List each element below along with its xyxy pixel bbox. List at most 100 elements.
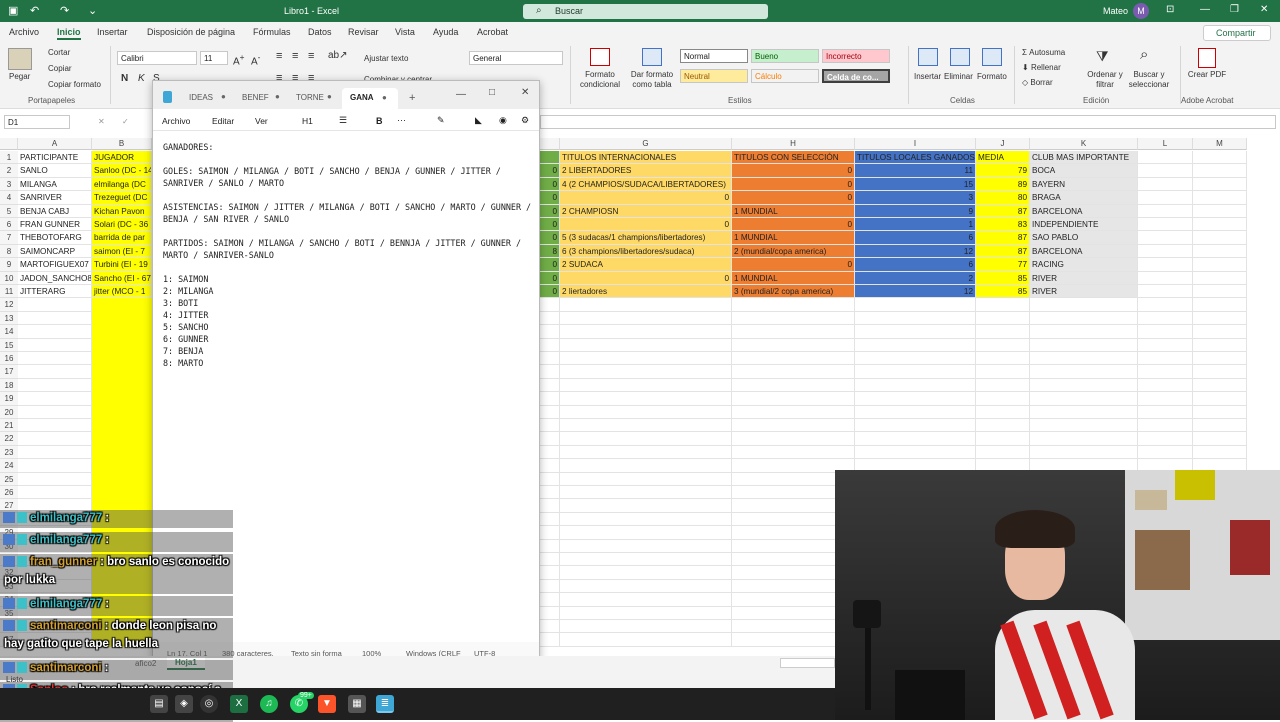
- empty-cell[interactable]: [560, 593, 732, 607]
- empty-cell[interactable]: [1138, 218, 1193, 232]
- empty-cell[interactable]: [560, 486, 732, 500]
- notepad-menu-editar[interactable]: Editar: [212, 116, 234, 126]
- empty-cell[interactable]: [1138, 392, 1193, 406]
- style-check[interactable]: Celda de co...: [822, 69, 890, 83]
- empty-cell[interactable]: [732, 445, 855, 460]
- more-icon[interactable]: ···: [397, 115, 406, 125]
- format-cells-button[interactable]: Formato: [977, 72, 1007, 81]
- empty-cell[interactable]: [18, 378, 92, 393]
- notepad-menu-archivo[interactable]: Archivo: [162, 116, 190, 126]
- cell-j-7[interactable]: 87: [976, 231, 1030, 245]
- cell-h-7[interactable]: 1 MUNDIAL: [732, 231, 855, 245]
- empty-cell[interactable]: [560, 606, 732, 620]
- insert-cells-icon[interactable]: [918, 48, 938, 66]
- empty-cell[interactable]: [732, 378, 855, 393]
- tab-benef[interactable]: BENEF: [242, 93, 269, 102]
- empty-cell[interactable]: [732, 352, 855, 366]
- empty-cell[interactable]: [1193, 204, 1247, 218]
- empty-cell[interactable]: [1193, 177, 1247, 192]
- cell-j-2[interactable]: 79: [976, 164, 1030, 178]
- row-header[interactable]: 14: [0, 325, 18, 339]
- empty-cell[interactable]: [1138, 285, 1193, 299]
- empty-cell[interactable]: [855, 365, 976, 379]
- brave-icon[interactable]: ▼: [318, 695, 336, 713]
- chat-username[interactable]: elmilanga777: [30, 512, 102, 524]
- empty-cell[interactable]: [1138, 338, 1193, 352]
- empty-cell[interactable]: [560, 579, 732, 594]
- column-header-k[interactable]: K: [1030, 138, 1138, 150]
- empty-cell[interactable]: [1138, 311, 1193, 326]
- avatar[interactable]: M: [1133, 3, 1149, 19]
- row-header[interactable]: 22: [0, 432, 18, 446]
- empty-cell[interactable]: [540, 298, 560, 312]
- maximize-icon[interactable]: □: [489, 87, 495, 98]
- empty-cell[interactable]: [1138, 325, 1193, 339]
- cell-i-11[interactable]: 12: [855, 285, 976, 299]
- cell-g-3[interactable]: 4 (2 CHAMPIOS/SUDACA/LIBERTADORES): [560, 177, 732, 192]
- row-header[interactable]: 10: [0, 271, 18, 285]
- empty-cell[interactable]: [560, 405, 732, 419]
- empty-cell[interactable]: [1030, 445, 1138, 460]
- empty-cell[interactable]: [18, 365, 92, 379]
- minimize-icon[interactable]: —: [456, 89, 466, 100]
- empty-cell[interactable]: [18, 445, 92, 460]
- cell-g-2[interactable]: 2 LIBERTADORES: [560, 164, 732, 178]
- empty-cell[interactable]: [1030, 378, 1138, 393]
- row-header[interactable]: 15: [0, 338, 18, 352]
- chat-username[interactable]: santimarconi: [30, 620, 102, 632]
- format-painter-button[interactable]: Copiar formato: [48, 80, 101, 89]
- empty-cell[interactable]: [1138, 419, 1193, 433]
- cell-g-4[interactable]: 0: [560, 191, 732, 205]
- empty-cell[interactable]: [855, 392, 976, 406]
- new-tab-icon[interactable]: +: [409, 92, 415, 104]
- empty-cell[interactable]: [560, 566, 732, 580]
- empty-cell[interactable]: [1138, 164, 1193, 178]
- empty-cell[interactable]: [976, 392, 1030, 406]
- empty-cell[interactable]: [1193, 445, 1247, 460]
- empty-cell[interactable]: [732, 432, 855, 446]
- empty-cell[interactable]: [1193, 164, 1247, 178]
- column-header-h[interactable]: H: [732, 138, 855, 150]
- column-header-g[interactable]: G: [560, 138, 732, 150]
- empty-cell[interactable]: [560, 499, 732, 513]
- empty-cell[interactable]: [855, 311, 976, 326]
- cell-j-3[interactable]: 89: [976, 177, 1030, 192]
- empty-cell[interactable]: [560, 311, 732, 326]
- notepad-menu-ver[interactable]: Ver: [255, 116, 268, 126]
- style-bad[interactable]: Incorrecto: [822, 49, 890, 63]
- empty-cell[interactable]: [560, 365, 732, 379]
- cancel-formula-icon[interactable]: ✕: [98, 117, 105, 126]
- row-header[interactable]: 12: [0, 298, 18, 312]
- column-header-a[interactable]: A: [18, 138, 92, 150]
- empty-cell[interactable]: [1030, 365, 1138, 379]
- empty-cell[interactable]: [732, 298, 855, 312]
- empty-cell[interactable]: [732, 419, 855, 433]
- file-explorer-icon[interactable]: ▤: [150, 695, 168, 713]
- copy-button[interactable]: Copiar: [48, 64, 72, 73]
- empty-cell[interactable]: [1138, 204, 1193, 218]
- italic-button[interactable]: K: [138, 73, 145, 84]
- empty-cell[interactable]: [732, 338, 855, 352]
- empty-cell[interactable]: [540, 352, 560, 366]
- empty-cell[interactable]: [1138, 231, 1193, 245]
- empty-cell[interactable]: [560, 459, 732, 473]
- empty-cell[interactable]: [540, 512, 560, 527]
- empty-cell[interactable]: [1193, 365, 1247, 379]
- empty-cell[interactable]: [18, 459, 92, 473]
- cell-g-11[interactable]: 2 liertadores: [560, 285, 732, 299]
- cell-j-5[interactable]: 87: [976, 204, 1030, 218]
- empty-cell[interactable]: [1193, 151, 1247, 165]
- cell-f-2[interactable]: 0: [540, 164, 560, 178]
- row-header[interactable]: 1: [0, 151, 18, 165]
- cell-f-3[interactable]: 0: [540, 177, 560, 192]
- undo-icon[interactable]: ↶: [30, 4, 39, 17]
- empty-cell[interactable]: [1030, 311, 1138, 326]
- heading-button[interactable]: H1: [302, 116, 313, 126]
- calculator-icon[interactable]: ▦: [348, 695, 366, 713]
- empty-cell[interactable]: [560, 419, 732, 433]
- cell-f-7[interactable]: 0: [540, 231, 560, 245]
- empty-cell[interactable]: [18, 419, 92, 433]
- empty-cell[interactable]: [1030, 432, 1138, 446]
- empty-cell[interactable]: [540, 432, 560, 446]
- cell-h-8[interactable]: 2 (mundial/copa america): [732, 244, 855, 259]
